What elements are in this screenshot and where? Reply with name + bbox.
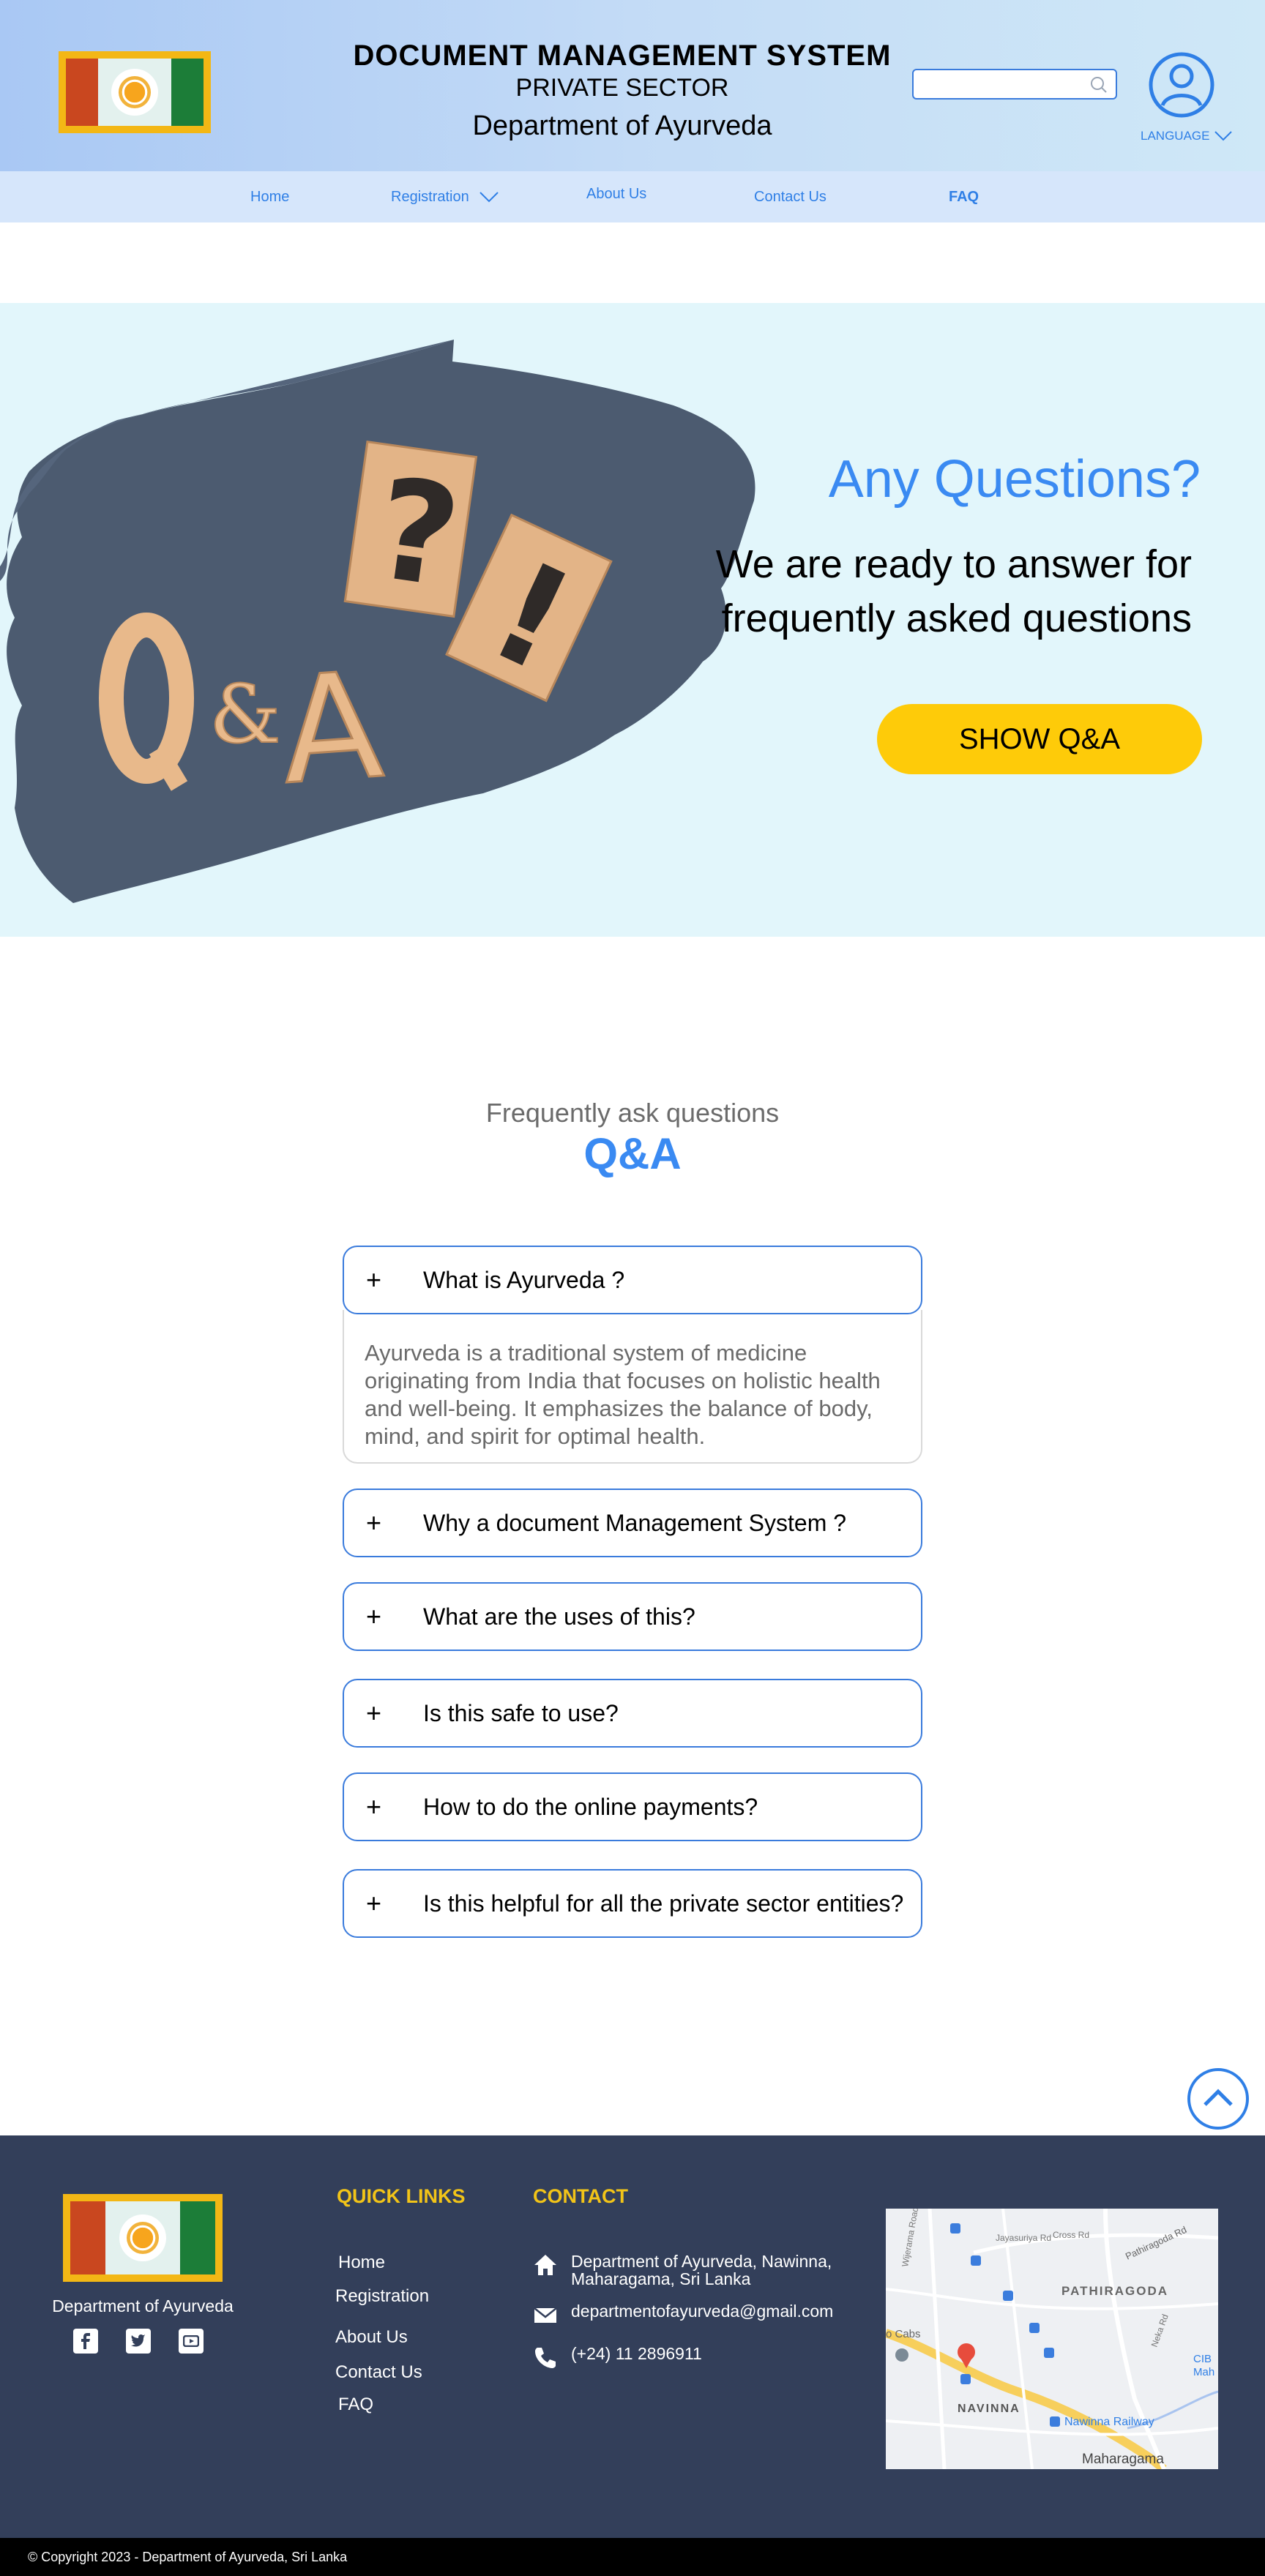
- nav-home-label: Home: [250, 188, 290, 205]
- svg-text:Mah: Mah: [1193, 2366, 1214, 2378]
- nav-faq[interactable]: FAQ: [949, 171, 979, 222]
- search-icon[interactable]: [1088, 75, 1108, 95]
- phone-text: (+24) 11 2896911: [571, 2344, 702, 2363]
- user-account-icon[interactable]: [1148, 51, 1215, 119]
- contact-title: CONTACT: [533, 2185, 628, 2207]
- chevron-down-icon: [1214, 131, 1233, 141]
- faq-question-4[interactable]: + Is this safe to use?: [343, 1679, 922, 1748]
- quick-links-title: QUICK LINKS: [337, 2185, 466, 2207]
- expand-plus-icon: +: [366, 1508, 382, 1538]
- hero-section: & A ? ! Any Questions? We are ready to a…: [0, 303, 1265, 937]
- search-box: [912, 69, 1117, 100]
- expand-plus-icon: +: [366, 1601, 382, 1631]
- nav-registration-label: Registration: [391, 188, 469, 205]
- youtube-icon[interactable]: [179, 2329, 204, 2354]
- twitter-icon[interactable]: [126, 2329, 151, 2354]
- expand-plus-icon: +: [366, 1888, 382, 1918]
- facebook-icon[interactable]: [73, 2329, 98, 2354]
- nav-home[interactable]: Home: [250, 171, 289, 222]
- faq-question-text: How to do the online payments?: [423, 1793, 758, 1820]
- faq-question-1[interactable]: + What is Ayurveda ?: [343, 1246, 922, 1314]
- contact-address: Department of Ayurveda, Nawinna, Maharag…: [533, 2253, 855, 2288]
- svg-text:Maharagama: Maharagama: [1082, 2452, 1164, 2467]
- language-selector[interactable]: LANGUAGE: [1141, 129, 1233, 143]
- question-mark-block: ?: [343, 440, 478, 619]
- nav-faq-label: FAQ: [949, 188, 979, 205]
- social-links: [73, 2329, 204, 2354]
- expand-plus-icon: +: [366, 1698, 382, 1728]
- faq-question-text: Why a document Management System ?: [423, 1509, 847, 1536]
- expand-plus-icon: +: [366, 1791, 382, 1821]
- footer-department: Department of Ayurveda: [52, 2296, 234, 2315]
- location-map[interactable]: PATHIRAGODA NAVINNA Maharagama Nawinna R…: [886, 2209, 1218, 2469]
- nav-about-us[interactable]: About Us: [586, 168, 646, 220]
- sector-subtitle: PRIVATE SECTOR: [515, 74, 729, 102]
- faq-question-text: Is this safe to use?: [423, 1699, 619, 1726]
- faq-question-3[interactable]: + What are the uses of this?: [343, 1582, 922, 1651]
- footer-link-contact-us[interactable]: Contact Us: [335, 2362, 422, 2383]
- faq-question-6[interactable]: + Is this helpful for all the private se…: [343, 1869, 922, 1938]
- department-name: Department of Ayurveda: [472, 111, 772, 141]
- letter-ampersand: &: [209, 667, 281, 761]
- phone-icon: [535, 2348, 556, 2368]
- faq-question-text: Is this helpful for all the private sect…: [423, 1890, 904, 1917]
- faq-question-2[interactable]: + Why a document Management System ?: [343, 1489, 922, 1557]
- faq-question-text: What is Ayurveda ?: [423, 1266, 625, 1293]
- hero-title: Any Questions?: [828, 450, 1201, 509]
- home-icon: [534, 2255, 556, 2275]
- email-icon: [534, 2307, 557, 2323]
- qa-hero-image: & A ? !: [0, 340, 755, 903]
- faq-kicker: Frequently ask questions: [485, 1098, 780, 1128]
- contact-email[interactable]: departmentofayurveda@gmail.com: [533, 2302, 833, 2327]
- site-footer: Department of Ayurveda QUICK LINKS Home …: [0, 2135, 1265, 2538]
- faq-question-text: What are the uses of this?: [423, 1603, 695, 1630]
- map-graphic: PATHIRAGODA NAVINNA Maharagama Nawinna R…: [886, 2209, 1218, 2469]
- expand-plus-icon: +: [366, 1265, 382, 1295]
- svg-text:Cross Rd: Cross Rd: [1053, 2230, 1089, 2240]
- nav-contact-label: Contact Us: [754, 188, 826, 205]
- footer-flag-logo[interactable]: [63, 2194, 223, 2282]
- letter-a: A: [276, 640, 388, 817]
- svg-text:o Cabs: o Cabs: [886, 2328, 921, 2340]
- svg-text:Jayasuriya Rd: Jayasuriya Rd: [996, 2233, 1051, 2243]
- main-navigation: Home Registration About Us Contact Us FA…: [0, 171, 1265, 222]
- nav-registration[interactable]: Registration: [391, 171, 500, 222]
- faq-heading: Q&A: [583, 1129, 682, 1178]
- footer-link-home[interactable]: Home: [338, 2253, 385, 2273]
- nav-contact-us[interactable]: Contact Us: [754, 171, 826, 222]
- search-input[interactable]: [914, 70, 1082, 98]
- address-text: Department of Ayurveda, Nawinna, Maharag…: [571, 2252, 832, 2288]
- scroll-to-top-icon[interactable]: [1186, 2067, 1250, 2131]
- svg-text:NAVINNA: NAVINNA: [958, 2403, 1020, 2415]
- nav-about-label: About Us: [586, 185, 647, 202]
- contact-phone[interactable]: (+24) 11 2896911: [533, 2345, 702, 2370]
- copyright-bar: © Copyright 2023 - Department of Ayurved…: [0, 2538, 1265, 2576]
- ayurveda-flag-logo[interactable]: [59, 51, 211, 133]
- language-label: LANGUAGE: [1141, 129, 1210, 143]
- footer-link-registration[interactable]: Registration: [335, 2286, 429, 2307]
- system-title: DOCUMENT MANAGEMENT SYSTEM: [353, 40, 892, 72]
- email-text: departmentofayurveda@gmail.com: [571, 2302, 834, 2321]
- chevron-down-icon: [479, 192, 499, 203]
- svg-text:PATHIRAGODA: PATHIRAGODA: [1061, 2284, 1168, 2298]
- footer-link-about-us[interactable]: About Us: [335, 2327, 408, 2348]
- faq-answer-1: Ayurveda is a traditional system of medi…: [343, 1310, 922, 1464]
- svg-text:CIB: CIB: [1193, 2353, 1212, 2365]
- hero-text: We are ready to answer for frequently as…: [715, 542, 1192, 640]
- svg-text:Nawinna Railway: Nawinna Railway: [1064, 2416, 1154, 2428]
- faq-question-5[interactable]: + How to do the online payments?: [343, 1772, 922, 1841]
- header-titles: DOCUMENT MANAGEMENT SYSTEM PRIVATE SECTO…: [322, 38, 922, 145]
- show-qa-button[interactable]: SHOW Q&A: [877, 704, 1202, 774]
- site-header: DOCUMENT MANAGEMENT SYSTEM PRIVATE SECTO…: [0, 0, 1265, 171]
- footer-link-faq[interactable]: FAQ: [338, 2395, 373, 2415]
- copyright-text: © Copyright 2023 - Department of Ayurved…: [28, 2549, 348, 2564]
